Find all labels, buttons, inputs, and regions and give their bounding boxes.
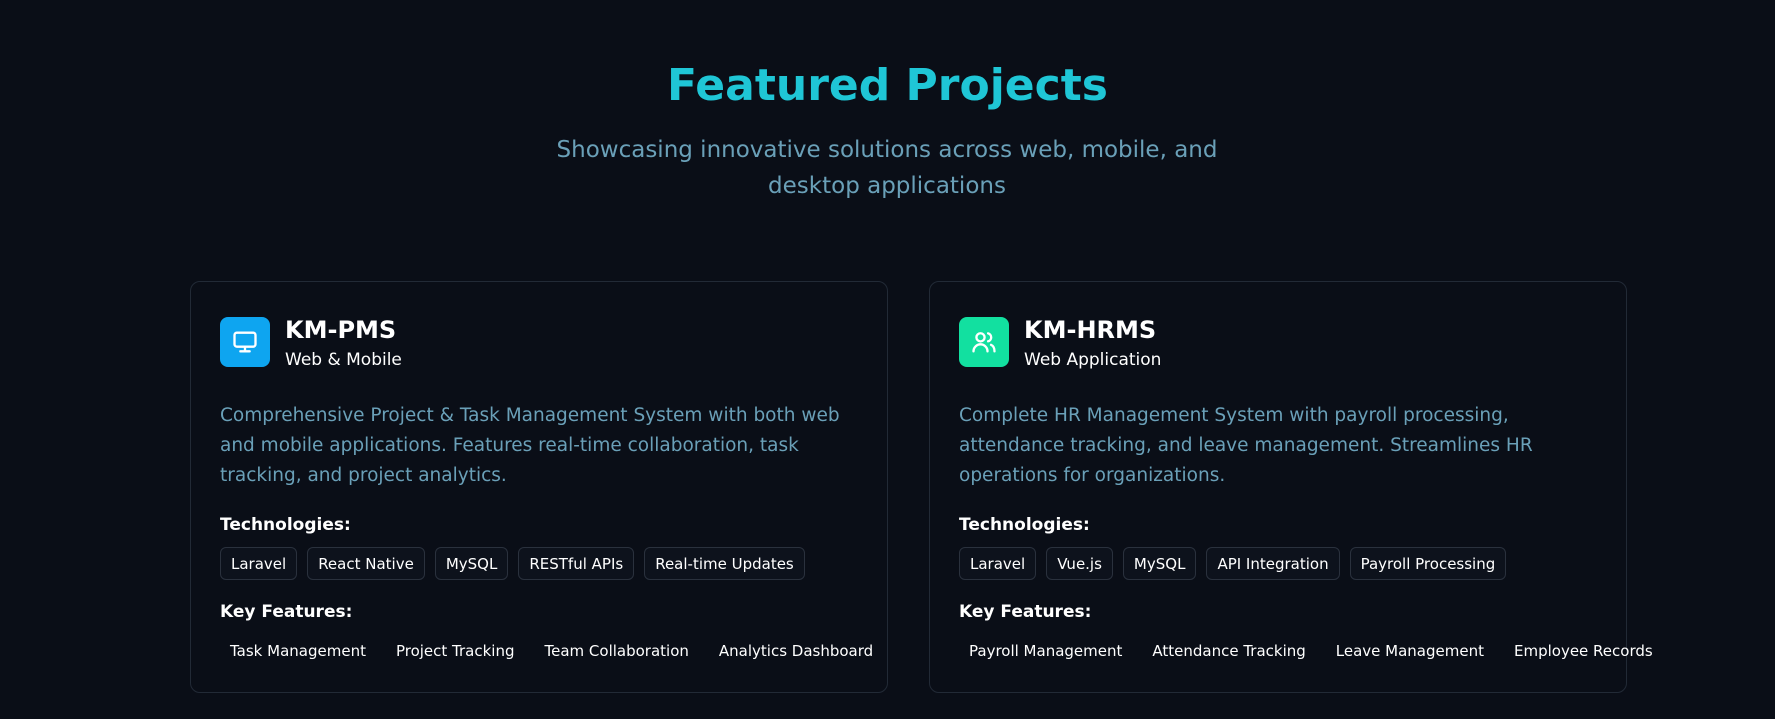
project-card-km-pms[interactable]: KM-PMS Web & Mobile Comprehensive Projec… <box>190 281 888 693</box>
technology-tag: Real-time Updates <box>644 547 805 580</box>
key-feature-item: Employee Records <box>1513 642 1653 660</box>
technologies-label: Technologies: <box>959 515 1090 535</box>
key-feature-item: Leave Management <box>1335 642 1484 660</box>
key-feature-item: Attendance Tracking <box>1152 642 1306 660</box>
section-subtitle: Showcasing innovative solutions across w… <box>556 137 1218 199</box>
key-feature-list: Task Management Project Tracking Team Co… <box>220 636 883 666</box>
technology-tag: MySQL <box>1122 547 1197 580</box>
project-name: KM-PMS <box>285 316 397 344</box>
project-type: Web & Mobile <box>285 350 402 370</box>
technology-tag: MySQL <box>434 547 509 580</box>
technologies-label: Technologies: <box>220 515 351 535</box>
technology-tag: Laravel <box>220 547 298 580</box>
project-card-km-hrms[interactable]: KM-HRMS Web Application Complete HR Mana… <box>929 281 1653 693</box>
technology-tag: API Integration <box>1206 547 1340 580</box>
technology-tag: React Native <box>307 547 425 580</box>
technology-tags: Laravel Vue.js MySQL API Integration Pay… <box>959 547 1507 580</box>
project-type: Web Application <box>1024 350 1162 370</box>
technology-tag: Payroll Processing <box>1349 547 1507 580</box>
key-features-label: Key Features: <box>959 602 1092 622</box>
project-name: KM-HRMS <box>1024 316 1157 344</box>
key-feature-item: Team Collaboration <box>544 642 689 660</box>
section-title: Featured Projects <box>667 60 1108 111</box>
key-feature-item: Task Management <box>230 642 366 660</box>
project-description: Comprehensive Project & Task Management … <box>220 405 840 486</box>
key-feature-item: Payroll Management <box>969 642 1123 660</box>
technology-tag: Laravel <box>959 547 1037 580</box>
key-feature-list: Payroll Management Attendance Tracking L… <box>959 636 1663 666</box>
technology-tag: RESTful APIs <box>518 547 635 580</box>
monitor-icon <box>220 317 270 367</box>
featured-projects-section: Featured Projects Showcasing innovative … <box>0 0 1775 719</box>
users-icon <box>959 317 1009 367</box>
key-feature-item: Project Tracking <box>395 642 515 660</box>
technology-tags: Laravel React Native MySQL RESTful APIs … <box>220 547 805 580</box>
project-description: Complete HR Management System with payro… <box>959 405 1533 486</box>
key-feature-item: Analytics Dashboard <box>718 642 874 660</box>
technology-tag: Vue.js <box>1046 547 1113 580</box>
key-features-label: Key Features: <box>220 602 353 622</box>
